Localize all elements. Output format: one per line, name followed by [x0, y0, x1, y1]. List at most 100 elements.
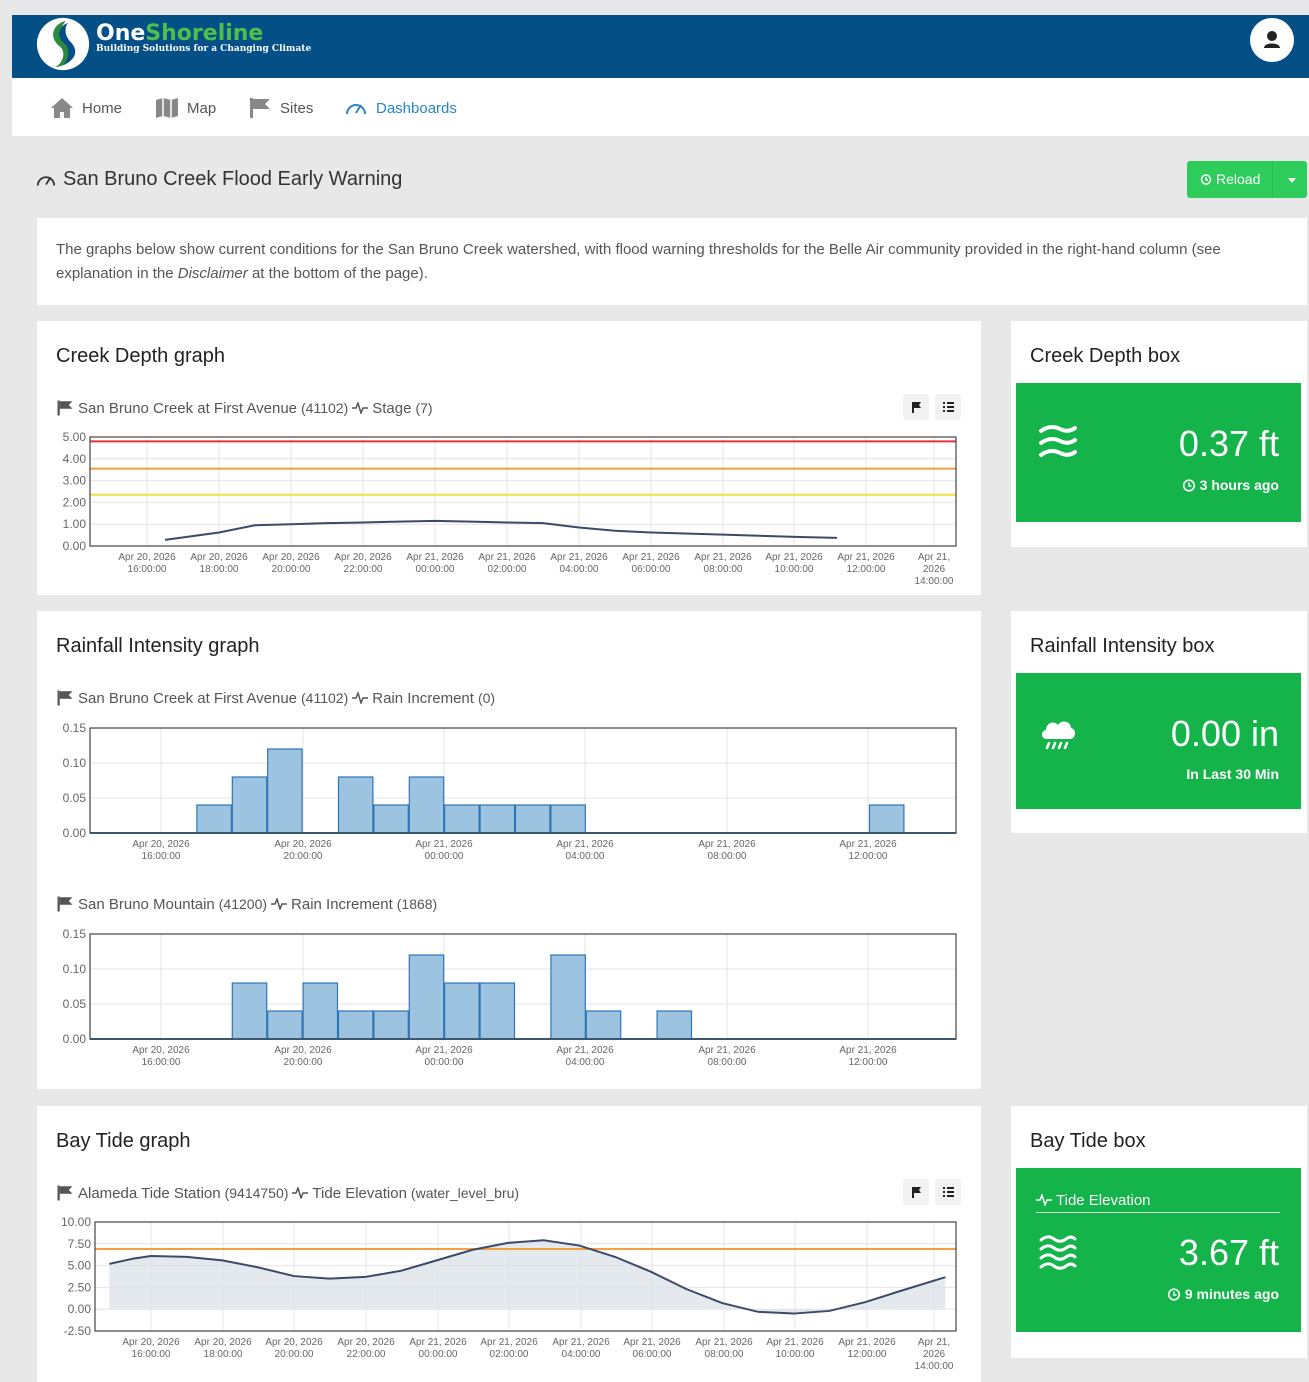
x-tick-label: Apr 21, 2026: [623, 1337, 681, 1348]
bay-tide-box-card: Bay Tide box Tide Elevation 3.67 ft 9 mi…: [1011, 1106, 1307, 1358]
x-tick-label: Apr 20, 2026: [194, 1337, 252, 1348]
x-tick-label: 16:00:00: [142, 1057, 181, 1068]
nav-home[interactable]: Home: [50, 97, 122, 119]
x-tick-label: 10:00:00: [776, 1349, 815, 1360]
reload-dropdown-caret-icon[interactable]: [1288, 178, 1296, 183]
x-tick-label: 00:00:00: [425, 1057, 464, 1068]
rainfall-series1-code: (0): [477, 690, 496, 706]
rain-series2-bar: [373, 1010, 409, 1040]
home-icon: [51, 98, 73, 118]
bay-tide-value: 3.67 ft: [1178, 1232, 1279, 1273]
brand[interactable]: OneShoreline Building Solutions for a Ch…: [96, 21, 311, 54]
x-tick-label: Apr 21, 2026: [698, 1045, 756, 1056]
user-avatar-button[interactable]: [1250, 18, 1294, 62]
x-tick-label: 08:00:00: [705, 1349, 744, 1360]
y-tick-label: 0.00: [63, 539, 87, 553]
rainfall-intensity-graph-card: Rainfall Intensity graph San Bruno Creek…: [37, 611, 981, 1089]
rainfall-status-box[interactable]: 0.00 in In Last 30 Min: [1016, 673, 1301, 809]
nav-dashboards[interactable]: Dashboards: [344, 97, 457, 119]
x-tick-label: 20:00:00: [272, 564, 311, 575]
x-tick-label: 22:00:00: [344, 564, 383, 575]
creek-depth-box-title: Creek Depth box: [1030, 345, 1181, 367]
x-tick-label: Apr 21, 2026: [695, 1337, 753, 1348]
rain-series2-bar: [656, 1010, 693, 1040]
y-tick-label: 0.15: [63, 927, 87, 941]
oneshoreline-logo-icon[interactable]: [34, 15, 92, 73]
x-tick-label: Apr 21,: [918, 552, 950, 563]
x-tick-label: Apr 20, 2026: [265, 1337, 323, 1348]
rainfall-intensity-box-card: Rainfall Intensity box 0.00 in In Last 3…: [1011, 611, 1307, 833]
rain-series2-bar: [267, 1010, 303, 1040]
reload-divider: [1272, 161, 1273, 198]
x-tick-label: Apr 21, 2026: [838, 1337, 896, 1348]
creek-depth-flag-button[interactable]: [903, 394, 929, 420]
rainfall-series1-chart[interactable]: 0.150.100.050.00Apr 20, 202616:00:00Apr …: [37, 716, 981, 866]
pulse-icon: [292, 1187, 309, 1199]
rainfall-series1-param[interactable]: Rain Increment: [372, 690, 474, 707]
page-title-text: San Bruno Creek Flood Early Warning: [63, 168, 403, 190]
x-tick-label: 10:00:00: [775, 564, 814, 575]
rainfall-value: 0.00 in: [1170, 713, 1279, 754]
y-tick-label: 5.00: [68, 1259, 92, 1273]
x-tick-label: 08:00:00: [708, 1057, 747, 1068]
creek-depth-param[interactable]: Stage: [372, 400, 411, 417]
y-tick-label: 2.00: [63, 495, 87, 509]
rain-series1-bar: [479, 804, 516, 834]
flag-icon: [57, 896, 73, 912]
x-tick-label: Apr 21,: [918, 1337, 950, 1348]
bay-tide-status-box[interactable]: Tide Elevation 3.67 ft 9 minutes ago: [1016, 1168, 1301, 1332]
rainfall-series2-param[interactable]: Rain Increment: [291, 896, 393, 913]
creek-depth-list-button[interactable]: [935, 394, 961, 420]
y-tick-label: 10.00: [61, 1215, 91, 1229]
pulse-icon: [1036, 1194, 1052, 1206]
x-tick-label: 20:00:00: [284, 851, 323, 862]
brand-name-shoreline: Shoreline: [145, 21, 264, 46]
y-tick-label: 0.00: [63, 826, 87, 840]
x-tick-label: 2026: [923, 1349, 946, 1360]
x-tick-label: Apr 21, 2026: [556, 1045, 614, 1056]
rain-series1-bar: [868, 804, 905, 834]
dashboard-icon: [346, 104, 366, 115]
x-tick-label: 04:00:00: [562, 1349, 601, 1360]
list-icon: [943, 402, 954, 412]
flag-icon: [912, 1187, 921, 1198]
creek-depth-chart[interactable]: 5.004.003.002.001.000.00Apr 20, 202616:0…: [37, 426, 981, 595]
x-tick-label: Apr 21, 2026: [406, 552, 464, 563]
x-tick-label: 00:00:00: [419, 1349, 458, 1360]
x-tick-label: Apr 21, 2026: [765, 552, 823, 563]
x-tick-label: 12:00:00: [847, 564, 886, 575]
creek-depth-station[interactable]: San Bruno Creek at First Avenue: [78, 400, 297, 417]
plot-area: [90, 437, 956, 546]
x-tick-label: Apr 21, 2026: [556, 839, 614, 850]
creek-depth-status-box[interactable]: 0.37 ft 3 hours ago: [1016, 383, 1301, 522]
rain-series1-bar: [196, 804, 232, 834]
bay-tide-station[interactable]: Alameda Tide Station: [78, 1185, 221, 1202]
bay-tide-chart[interactable]: 10.007.505.002.500.00-2.50Apr 20, 202616…: [37, 1211, 981, 1382]
rainfall-series2-chart[interactable]: 0.150.100.050.00Apr 20, 202616:00:00Apr …: [37, 922, 981, 1082]
x-tick-label: 12:00:00: [849, 1057, 888, 1068]
x-tick-label: 2026: [923, 564, 946, 575]
rain-series1-bar: [444, 804, 480, 834]
alarm-clock-icon: [1167, 1288, 1180, 1301]
y-tick-label: 0.15: [63, 721, 87, 735]
rain-series2-bar: [550, 954, 586, 1040]
rainfall-series1-station[interactable]: San Bruno Creek at First Avenue: [78, 690, 297, 707]
rainfall-period: In Last 30 Min: [1186, 766, 1279, 782]
creek-depth-box-card: Creek Depth box 0.37 ft 3 hours ago: [1011, 321, 1307, 547]
disclaimer-reference: Disclaimer: [177, 265, 248, 282]
rainfall-series2-id: (41200): [218, 896, 268, 912]
bay-tide-list-button[interactable]: [935, 1179, 961, 1205]
bay-tide-flag-button[interactable]: [903, 1179, 929, 1205]
bay-tide-param[interactable]: Tide Elevation: [312, 1185, 407, 1202]
x-tick-label: 14:00:00: [915, 1361, 954, 1372]
x-tick-label: Apr 20, 2026: [274, 1045, 332, 1056]
pulse-icon: [271, 898, 288, 910]
reload-button[interactable]: Reload: [1187, 161, 1307, 198]
bay-tide-station-id: (9414750): [224, 1185, 289, 1201]
rainfall-series2-station[interactable]: San Bruno Mountain: [78, 896, 215, 913]
rain-series2-bar: [479, 982, 516, 1040]
rainfall-series2-header: San Bruno Mountain (41200) Rain Incremen…: [56, 895, 437, 913]
nav-map[interactable]: Map: [155, 97, 216, 119]
rain-series1-bar: [337, 776, 374, 834]
nav-sites[interactable]: Sites: [248, 97, 313, 119]
